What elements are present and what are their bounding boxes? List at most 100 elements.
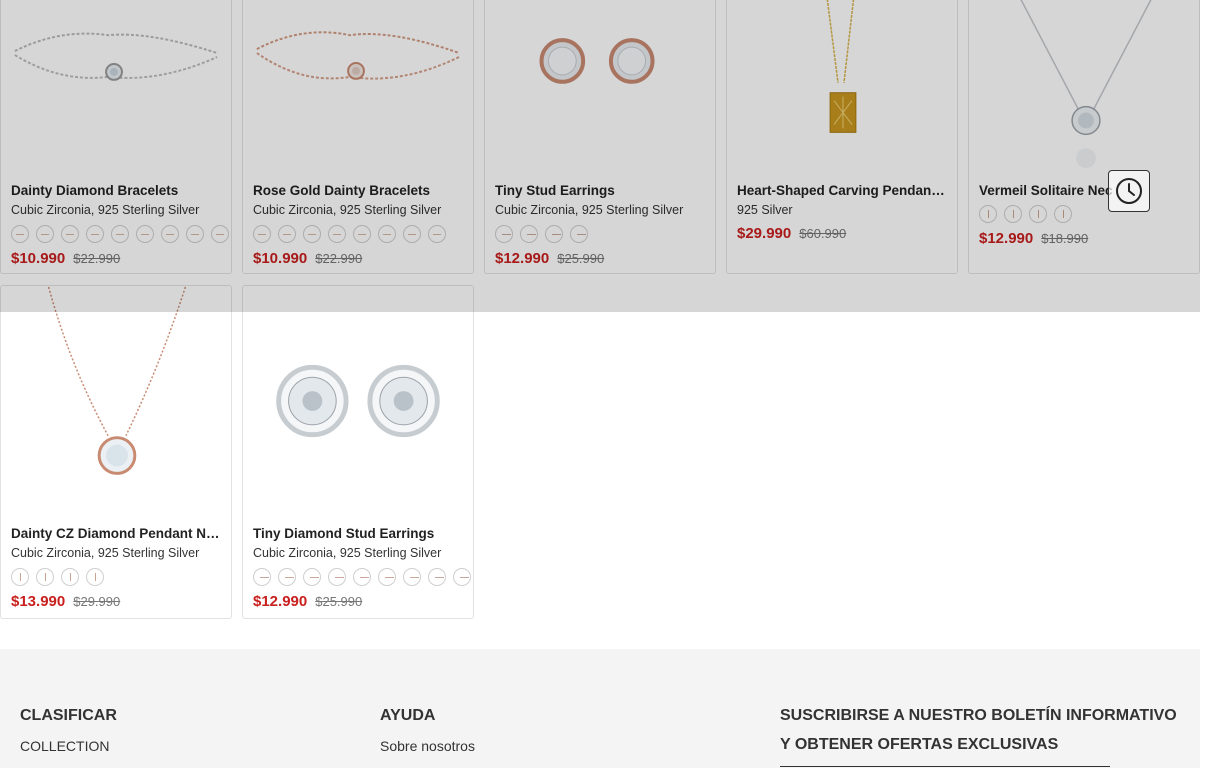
product-title[interactable]: Tiny Diamond Stud Earrings [253, 525, 463, 543]
variant-swatch[interactable] [86, 568, 104, 586]
original-price: $60.990 [799, 226, 847, 241]
product-card[interactable]: Tiny Diamond Stud Earrings Cubic Zirconi… [242, 285, 474, 619]
product-card[interactable]: Tiny Stud Earrings Cubic Zirconia, 925 S… [484, 0, 716, 274]
product-subtitle: Cubic Zirconia, 925 Sterling Silver [11, 546, 200, 560]
variant-swatch[interactable] [378, 568, 396, 586]
rose-stud-earrings-image [539, 38, 655, 84]
product-card[interactable]: Rose Gold Dainty Bracelets Cubic Zirconi… [242, 0, 474, 274]
variant-swatches [253, 225, 473, 245]
variant-swatch[interactable] [495, 225, 513, 243]
footer-column-ayuda: AYUDA Sobre nosotros [380, 701, 475, 754]
variant-swatch[interactable] [253, 225, 271, 243]
product-title[interactable]: Rose Gold Dainty Bracelets [253, 182, 463, 200]
variant-swatch[interactable] [353, 225, 371, 243]
variant-swatch[interactable] [428, 225, 446, 243]
variant-swatch[interactable] [378, 225, 396, 243]
product-subtitle: 925 Silver [737, 203, 793, 217]
variant-swatch[interactable] [403, 225, 421, 243]
variant-swatches [253, 568, 473, 588]
variant-swatch[interactable] [1054, 205, 1072, 223]
footer-link-sobre-nosotros[interactable]: Sobre nosotros [380, 738, 475, 754]
original-price: $29.990 [73, 594, 121, 609]
variant-swatch[interactable] [278, 568, 296, 586]
original-price: $22.990 [73, 251, 121, 266]
variant-swatch[interactable] [136, 225, 154, 243]
product-title[interactable]: Tiny Stud Earrings [495, 182, 705, 200]
product-title[interactable]: Vermeil Solitaire Nec [979, 182, 1189, 200]
variant-swatch[interactable] [161, 225, 179, 243]
sale-price: $12.990 [979, 230, 1034, 247]
product-image[interactable] [485, 0, 715, 173]
variant-swatches [495, 225, 715, 245]
footer-column-clasificar: CLASIFICAR COLLECTION [20, 701, 117, 754]
product-card[interactable]: Vermeil Solitaire Nec $12.990 $18.990 [968, 0, 1200, 274]
sale-price: $12.990 [253, 593, 308, 610]
original-price: $22.990 [315, 251, 363, 266]
product-card[interactable]: Heart-Shaped Carving Pendant … 925 Silve… [726, 0, 958, 274]
sale-price: $13.990 [11, 593, 66, 610]
variant-swatch[interactable] [570, 225, 588, 243]
variant-swatch[interactable] [11, 225, 29, 243]
variant-swatch[interactable] [403, 568, 421, 586]
variant-swatches [11, 568, 231, 588]
product-image[interactable] [243, 286, 473, 516]
sale-price: $12.990 [495, 250, 550, 267]
footer-heading: AYUDA [380, 707, 436, 724]
variant-swatches [11, 225, 231, 245]
original-price: $25.990 [315, 594, 363, 609]
product-image[interactable] [1, 286, 231, 516]
browsing-history-button[interactable] [1108, 170, 1150, 212]
product-title[interactable]: Dainty CZ Diamond Pendant Ne… [11, 525, 221, 543]
product-subtitle: Cubic Zirconia, 925 Sterling Silver [253, 546, 442, 560]
product-card[interactable]: Dainty Diamond Bracelets Cubic Zirconia,… [0, 0, 232, 274]
product-card[interactable]: Dainty CZ Diamond Pendant Ne… Cubic Zirc… [0, 285, 232, 619]
footer-newsletter: SUSCRIBIRSE A NUESTRO BOLETÍN INFORMATIV… [780, 701, 1180, 759]
variant-swatch[interactable] [86, 225, 104, 243]
variant-swatch[interactable] [186, 225, 204, 243]
product-title[interactable]: Heart-Shaped Carving Pendant … [737, 182, 947, 200]
variant-swatch[interactable] [61, 225, 79, 243]
footer-link-collection[interactable]: COLLECTION [20, 738, 117, 754]
variant-swatch[interactable] [303, 225, 321, 243]
site-footer: CLASIFICAR COLLECTION AYUDA Sobre nosotr… [0, 649, 1200, 768]
newsletter-email-input[interactable] [780, 766, 1110, 767]
variant-swatch[interactable] [979, 205, 997, 223]
product-subtitle: Cubic Zirconia, 925 Sterling Silver [11, 203, 200, 217]
original-price: $25.990 [557, 251, 605, 266]
variant-swatch[interactable] [1029, 205, 1047, 223]
product-image[interactable] [727, 0, 957, 173]
variant-swatch[interactable] [453, 568, 471, 586]
silver-bracelet-image [14, 32, 218, 81]
variant-swatch[interactable] [36, 568, 54, 586]
variant-swatch[interactable] [36, 225, 54, 243]
variant-swatch[interactable] [111, 225, 129, 243]
product-image[interactable] [969, 0, 1199, 173]
variant-swatch[interactable] [353, 568, 371, 586]
product-subtitle: Cubic Zirconia, 925 Sterling Silver [253, 203, 442, 217]
variant-swatch[interactable] [61, 568, 79, 586]
product-image[interactable] [243, 0, 473, 173]
sale-price: $29.990 [737, 225, 792, 242]
variant-swatch[interactable] [303, 568, 321, 586]
variant-swatch[interactable] [328, 225, 346, 243]
product-subtitle: Cubic Zirconia, 925 Sterling Silver [495, 203, 684, 217]
variant-swatch[interactable] [278, 225, 296, 243]
silver-solitaire-necklace-image [1020, 0, 1152, 169]
variant-swatches [979, 205, 1199, 225]
sale-price: $10.990 [11, 250, 66, 267]
variant-swatch[interactable] [211, 225, 229, 243]
sale-price: $10.990 [253, 250, 308, 267]
variant-swatch[interactable] [545, 225, 563, 243]
variant-swatch[interactable] [428, 568, 446, 586]
variant-swatch[interactable] [253, 568, 271, 586]
clock-icon [1116, 178, 1142, 204]
newsletter-heading: SUSCRIBIRSE A NUESTRO BOLETÍN INFORMATIV… [780, 707, 1177, 753]
variant-swatch[interactable] [328, 568, 346, 586]
silver-stud-earrings-image [276, 364, 440, 438]
variant-swatch[interactable] [11, 568, 29, 586]
product-image[interactable] [1, 0, 231, 173]
gold-tag-necklace-image [826, 0, 857, 133]
product-title[interactable]: Dainty Diamond Bracelets [11, 182, 221, 200]
variant-swatch[interactable] [1004, 205, 1022, 223]
variant-swatch[interactable] [520, 225, 538, 243]
